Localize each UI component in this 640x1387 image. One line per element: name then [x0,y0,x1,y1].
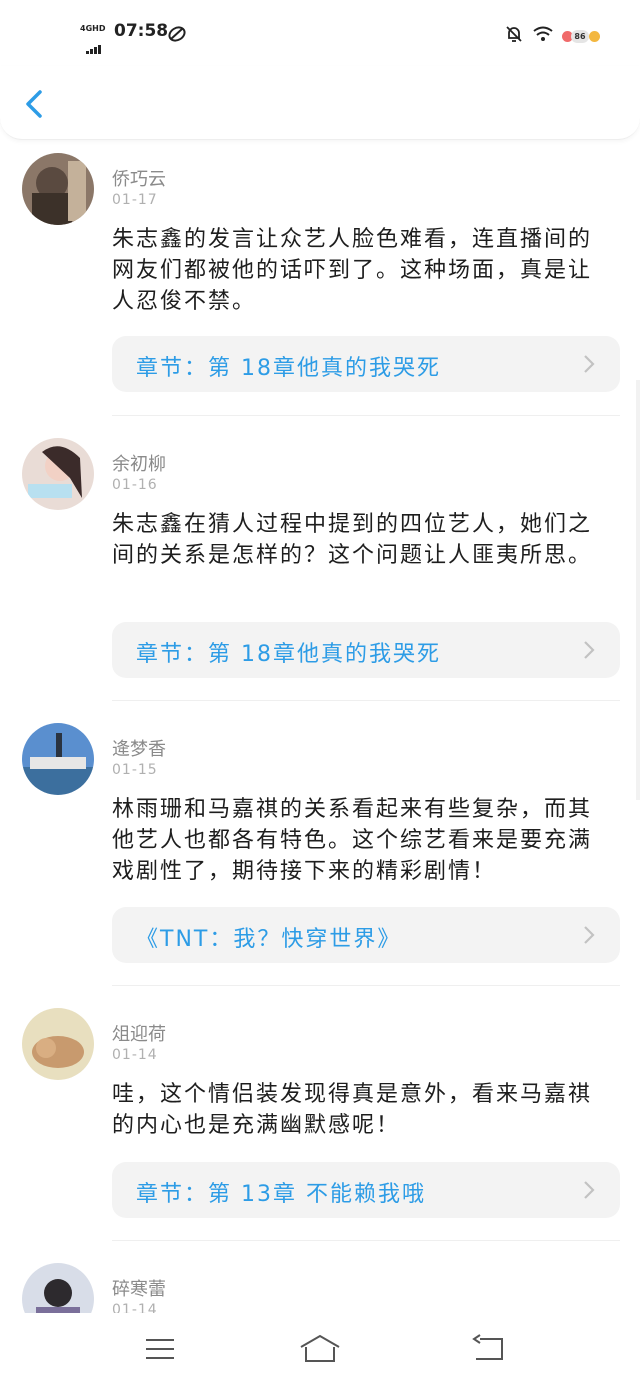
chapter-link[interactable]: 章节：第 18章他真的我哭死 [112,336,620,392]
battery-level: 86 [571,30,589,43]
chapter-link-label: 章节：第 18章他真的我哭死 [136,642,441,667]
status-bar: 4GHD 07:58 86 [0,0,640,66]
avatar[interactable] [22,153,94,225]
comment-text: 朱志鑫在猜人过程中提到的四位艺人，她们之间的关系是怎样的？这个问题让人匪夷所思。 [112,512,593,568]
chapter-link-label: 章节：第 18章他真的我哭死 [136,356,441,381]
comment-username[interactable]: 余初柳 [112,450,166,476]
scrollbar[interactable] [636,380,640,800]
back-button[interactable] [18,84,54,124]
battery-indicator: 86 [562,28,602,44]
network-type: 4GHD [80,24,106,33]
comment-username[interactable]: 逄梦香 [112,735,166,761]
comment-list[interactable]: 侨巧云 01-17 朱志鑫的发言让众艺人脸色难看，连直播间的网友们都被他的话吓到… [0,140,640,1313]
chevron-left-icon [26,90,42,118]
comment-text: 林雨珊和马嘉祺的关系看起来有些复杂，而其他艺人也都各有特色。这个综艺看来是要充满… [112,797,593,884]
chapter-link[interactable]: 章节：第 13章 不能赖我哦 [112,1162,620,1218]
divider [112,985,620,986]
novel-link[interactable]: 《TNT：我？快穿世界》 [112,907,620,963]
avatar[interactable] [22,1008,94,1080]
chevron-right-icon [584,355,595,373]
back-icon [472,1334,503,1360]
leaf-icon [168,26,186,46]
mute-bell-icon [504,24,524,48]
chapter-link[interactable]: 章节：第 18章他真的我哭死 [112,622,620,678]
avatar[interactable] [22,438,94,510]
chevron-right-icon [584,641,595,659]
home-button[interactable] [298,1333,342,1369]
chapter-link-label: 章节：第 13章 不能赖我哦 [136,1182,426,1207]
comment-date: 01-14 [112,1047,158,1063]
status-time: 07:58 [114,21,169,41]
avatar[interactable] [22,723,94,795]
comment-username[interactable]: 侨巧云 [112,165,166,191]
comment-username[interactable]: 俎迎荷 [112,1020,166,1046]
comment-date: 01-14 [112,1302,158,1313]
avatar[interactable] [22,1263,94,1313]
chevron-right-icon [584,926,595,944]
divider [112,415,620,416]
novel-link-label: 《TNT：我？快穿世界》 [136,927,402,952]
system-nav-bar [0,1313,640,1387]
menu-button[interactable] [144,1333,176,1369]
back-nav-button[interactable] [470,1333,506,1369]
menu-icon [146,1339,174,1359]
cellular-signal-icon: 4GHD [80,24,110,54]
comment-text: 哇，这个情侣装发现得真是意外，看来马嘉祺的内心也是充满幽默感呢！ [112,1082,593,1138]
comment-date: 01-15 [112,762,158,778]
home-icon [300,1334,340,1362]
comment-date: 01-16 [112,477,158,493]
comment-username[interactable]: 碎寒蕾 [112,1275,166,1301]
divider [112,700,620,701]
header [0,66,640,140]
divider [112,1240,620,1241]
wifi-icon [532,25,554,47]
comment-date: 01-17 [112,192,158,208]
comment-text: 朱志鑫的发言让众艺人脸色难看，连直播间的网友们都被他的话吓到了。这种场面，真是让… [112,227,593,314]
chevron-right-icon [584,1181,595,1199]
